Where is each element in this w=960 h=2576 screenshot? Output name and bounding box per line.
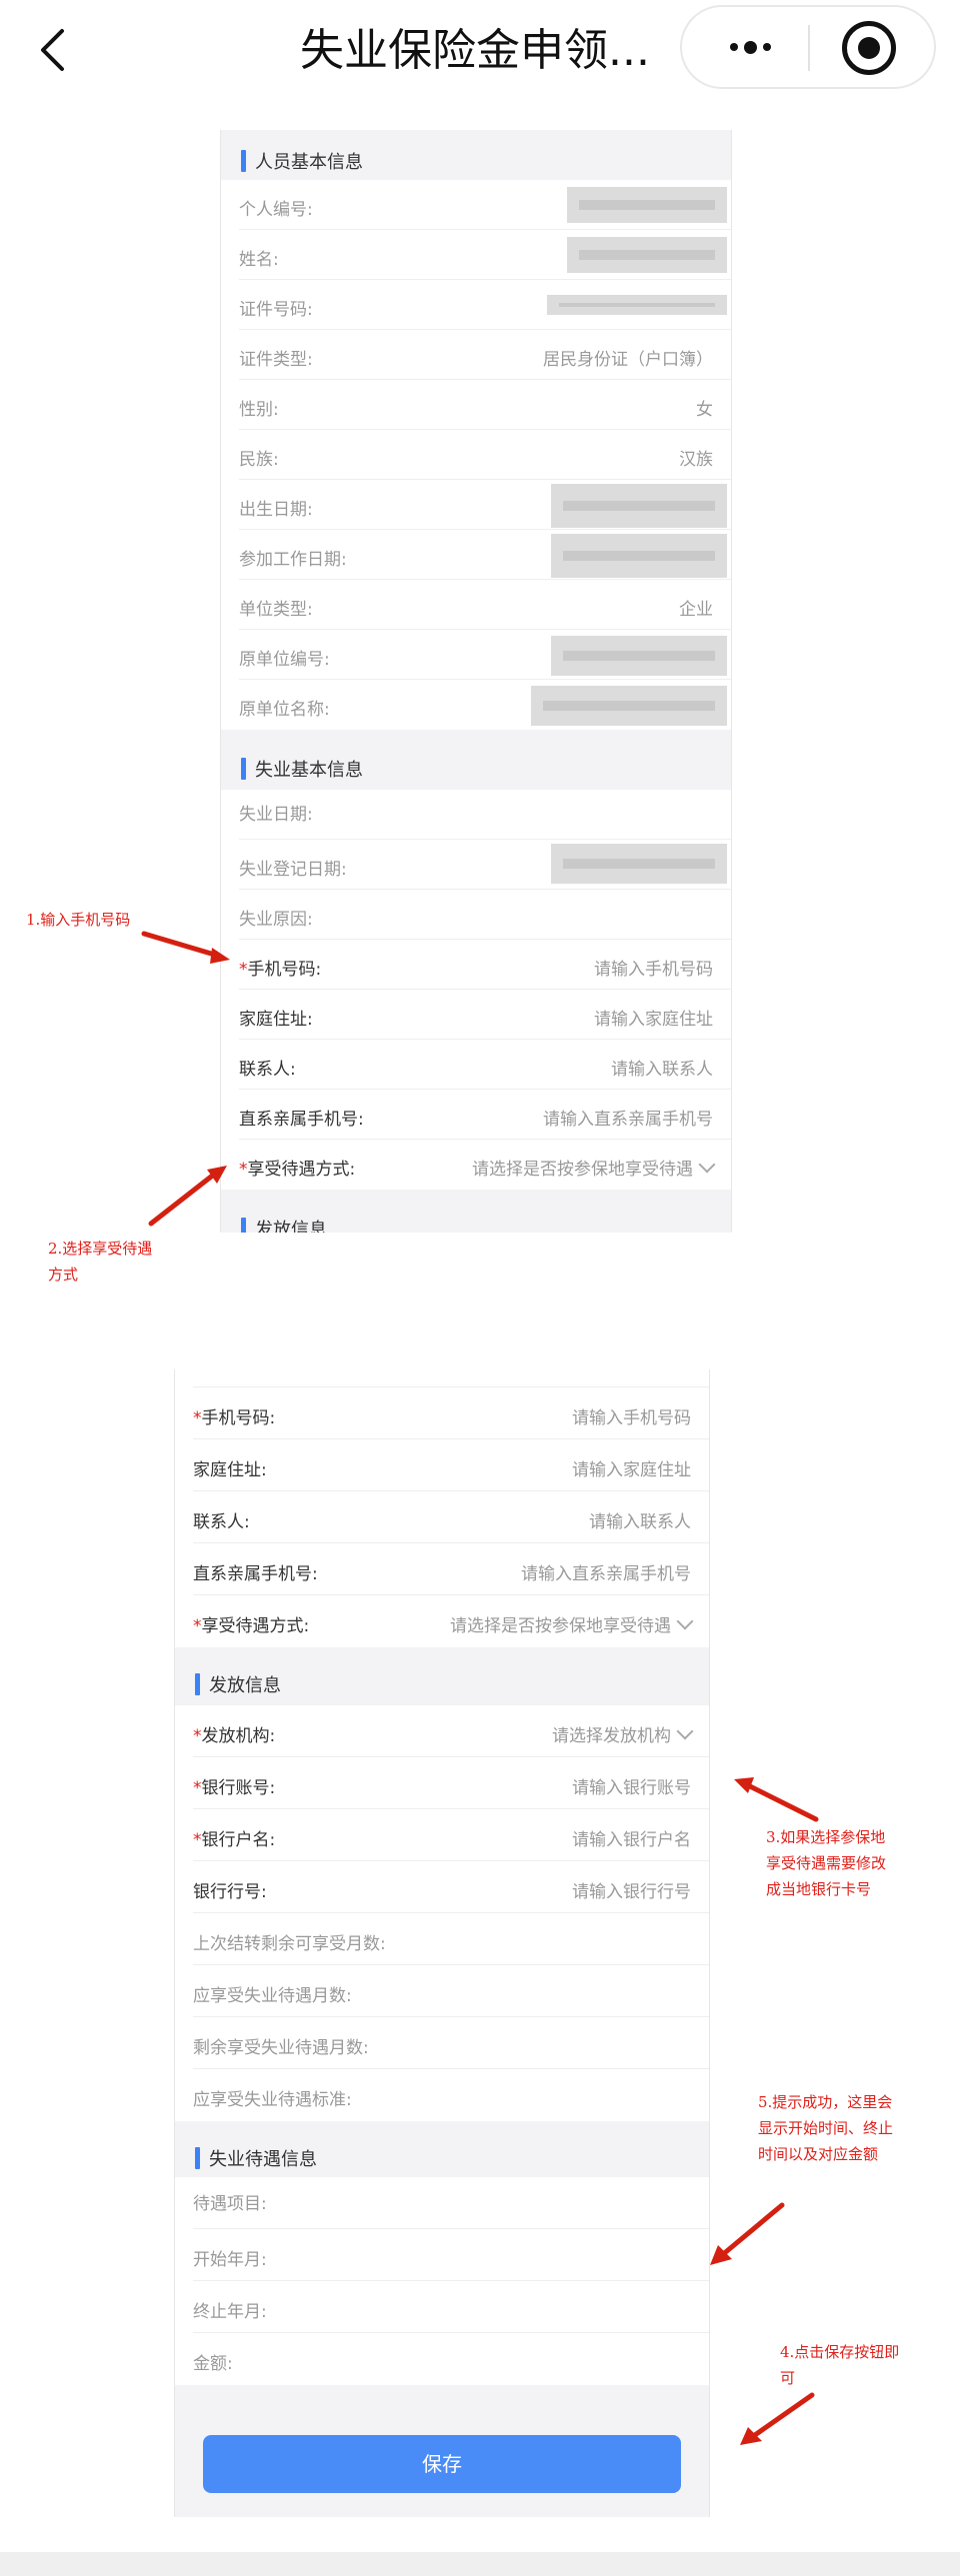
benefit-mode-select[interactable]: *享受待遇方式: 请选择是否按参保地享受待遇 — [221, 1140, 731, 1190]
phone-field[interactable]: *手机号码: 请输入手机号码 — [175, 1387, 709, 1439]
annotation-2: 2.选择享受待遇 方式 — [48, 1240, 153, 1284]
row-months-last: 上次结转剩余可享受月数: — [175, 1913, 709, 1965]
row-benefit-standard: 应享受失业待遇标准: — [175, 2069, 709, 2121]
masked-value — [567, 187, 727, 223]
more-dots-icon — [729, 43, 738, 51]
masked-value — [531, 686, 727, 726]
row-ethnicity: 民族: 汉族 — [221, 430, 731, 480]
annotation-4: 4.点击保存按钮即 可 — [780, 2343, 900, 2387]
bank-account-name-field[interactable]: *银行户名: 请输入银行户名 — [175, 1809, 709, 1861]
masked-value — [551, 484, 727, 528]
form-screenshot-2: *手机号码: 请输入手机号码 家庭住址: 请输入家庭住址 联系人: 请输入联系人… — [174, 1369, 710, 2517]
address-field[interactable]: 家庭住址: 请输入家庭住址 — [221, 990, 731, 1040]
annotation-arrow-2 — [148, 1166, 227, 1227]
chevron-down-icon — [676, 1722, 694, 1740]
chevron-down-icon — [676, 1612, 694, 1630]
annotation-5: 5.提示成功，这里会 显示开始时间、终止 时间以及对应金额 — [758, 2093, 894, 2163]
row-unemp-date: 失业日期: — [221, 790, 731, 840]
row-unit-code: 原单位编号: — [221, 630, 731, 680]
row-unit-type: 单位类型: 企业 — [221, 580, 731, 630]
row-benefit-item: 待遇项目: — [175, 2177, 709, 2229]
form-screenshot-1: 人员基本信息 个人编号: 姓名: 证件号码: 证件类型: 居民身份证（户口簿） … — [220, 130, 732, 1233]
masked-value — [551, 844, 727, 884]
more-button[interactable] — [714, 23, 786, 71]
page-title: 失业保险金申领... — [300, 25, 650, 76]
row-gender: 性别: 女 — [221, 380, 731, 430]
contact-field[interactable]: 联系人: 请输入联系人 — [175, 1491, 709, 1543]
annotation-arrow-1 — [141, 931, 230, 964]
section-header-personal: 人员基本信息 — [221, 130, 731, 180]
row-name: 姓名: — [221, 230, 731, 280]
bank-account-field[interactable]: *银行账号: 请输入银行账号 — [175, 1757, 709, 1809]
section-header-payout: 发放信息 — [175, 1647, 709, 1705]
section-header-payout-cut: 发放信息 — [221, 1190, 731, 1233]
chevron-left-icon — [41, 29, 64, 71]
masked-value — [567, 237, 727, 273]
annotation-3: 3.如果选择参保地 享受待遇需要修改 成当地银行卡号 — [766, 1828, 887, 1898]
row-personal-id: 个人编号: — [221, 180, 731, 230]
row-id-type: 证件类型: 居民身份证（户口簿） — [221, 330, 731, 380]
section-header-unemployment: 失业基本信息 — [221, 730, 731, 790]
masked-value — [551, 534, 727, 578]
address-field[interactable]: 家庭住址: 请输入家庭住址 — [175, 1439, 709, 1491]
masked-value — [551, 636, 727, 676]
row-amount: 金额: — [175, 2333, 709, 2385]
phone-field[interactable]: *手机号码: 请输入手机号码 — [221, 940, 731, 990]
section-header-benefit: 失业待遇信息 — [175, 2121, 709, 2177]
nav-bar: 失业保险金申领... — [0, 0, 960, 100]
bottom-strip — [0, 2552, 960, 2576]
row-work-start-date: 参加工作日期: — [221, 530, 731, 580]
back-button[interactable] — [30, 20, 74, 80]
annotation-arrow-5 — [710, 2202, 785, 2265]
relative-phone-field[interactable]: 直系亲属手机号: 请输入直系亲属手机号 — [221, 1090, 731, 1140]
save-button[interactable]: 保存 — [203, 2435, 681, 2493]
row-months-remain: 剩余享受失业待遇月数: — [175, 2017, 709, 2069]
capsule-divider — [808, 25, 810, 71]
bank-code-field[interactable]: 银行行号: 请输入银行行号 — [175, 1861, 709, 1913]
masked-value — [547, 295, 727, 315]
row-unemp-reg-date: 失业登记日期: — [221, 840, 731, 890]
row-id-number: 证件号码: — [221, 280, 731, 330]
annotation-arrow-3 — [734, 1777, 819, 1822]
relative-phone-field[interactable]: 直系亲属手机号: 请输入直系亲属手机号 — [175, 1543, 709, 1595]
row-months-due: 应享受失业待遇月数: — [175, 1965, 709, 2017]
annotation-arrow-4 — [740, 2392, 815, 2445]
row-start-month: 开始年月: — [175, 2229, 709, 2281]
chevron-down-icon — [698, 1156, 716, 1174]
close-target-button[interactable] — [842, 21, 896, 75]
save-area: 保存 — [175, 2385, 709, 2517]
annotation-1: 1.输入手机号码 — [26, 911, 131, 929]
row-end-month: 终止年月: — [175, 2281, 709, 2333]
row-birth-date: 出生日期: — [221, 480, 731, 530]
payout-org-select[interactable]: *发放机构: 请选择发放机构 — [175, 1705, 709, 1757]
benefit-mode-select[interactable]: *享受待遇方式: 请选择是否按参保地享受待遇 — [175, 1595, 709, 1647]
row-unit-name: 原单位名称: — [221, 680, 731, 730]
row-unemp-reason: 失业原因: — [221, 890, 731, 940]
mini-program-capsule — [680, 5, 936, 89]
contact-field[interactable]: 联系人: 请输入联系人 — [221, 1040, 731, 1090]
